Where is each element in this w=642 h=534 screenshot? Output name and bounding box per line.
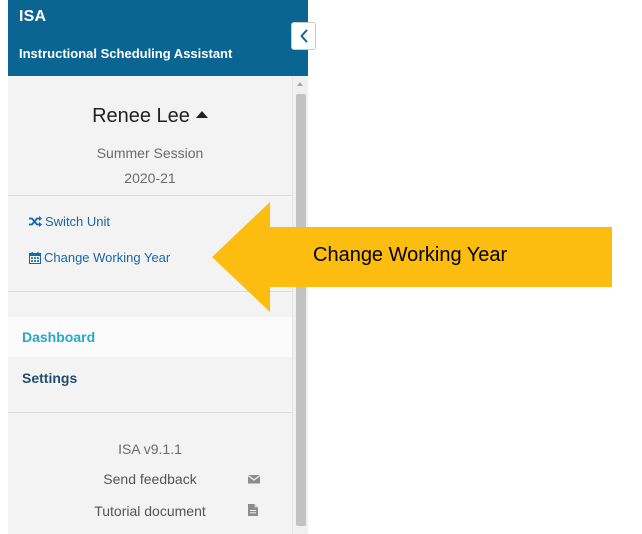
tutorial-document-link[interactable]: Tutorial document	[8, 503, 292, 521]
user-block: Renee Lee Summer Session 2020-21	[8, 76, 292, 196]
change-working-year-link[interactable]: Change Working Year	[29, 250, 170, 265]
nav-dashboard[interactable]: Dashboard	[8, 317, 292, 357]
callout-label: Change Working Year	[313, 244, 508, 266]
nav-settings-label: Settings	[22, 370, 78, 386]
scroll-up-arrow-icon[interactable]	[297, 82, 303, 86]
send-feedback-link[interactable]: Send feedback	[8, 471, 292, 489]
calendar-icon	[29, 251, 41, 264]
chevron-left-icon	[299, 29, 309, 43]
switch-unit-link[interactable]: Switch Unit	[29, 214, 110, 229]
envelope-icon	[247, 471, 261, 487]
switch-unit-label: Switch Unit	[45, 214, 111, 229]
page: ISA Instructional Scheduling Assistant R…	[0, 0, 642, 534]
nav-settings[interactable]: Settings	[8, 358, 292, 398]
nav-divider	[8, 412, 292, 413]
app-header: ISA Instructional Scheduling Assistant	[8, 0, 308, 76]
session-label: Summer Session	[96, 145, 204, 161]
caret-up-icon	[195, 111, 208, 118]
app-title: ISA	[19, 8, 47, 25]
change-working-year-callout: Change Working Year	[212, 202, 612, 312]
shuffle-icon	[29, 216, 42, 227]
file-icon	[248, 503, 258, 519]
change-working-year-label: Change Working Year	[44, 250, 171, 265]
session-year: 2020-21	[124, 170, 176, 186]
nav-dashboard-label: Dashboard	[22, 329, 96, 345]
user-menu-toggle[interactable]: Renee Lee	[8, 105, 292, 128]
app-version: ISA v9.1.1	[118, 441, 182, 457]
user-name: Renee Lee	[92, 105, 190, 127]
app-subtitle: Instructional Scheduling Assistant	[19, 46, 233, 61]
collapse-sidebar-button[interactable]	[291, 22, 316, 50]
